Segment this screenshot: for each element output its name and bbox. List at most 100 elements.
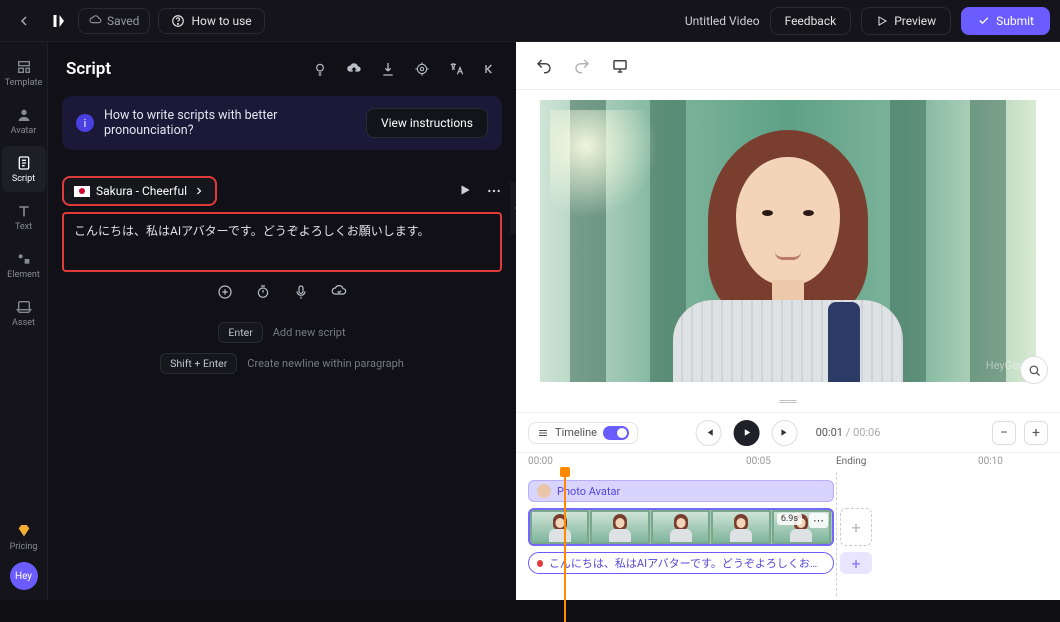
- clip-menu-button[interactable]: ⋯: [809, 513, 828, 528]
- back-button[interactable]: [10, 7, 38, 35]
- script-text-input[interactable]: こんにちは、私はAIアバターです。どうぞよろしくお願いします。: [62, 212, 502, 272]
- caption-clip[interactable]: こんにちは、私はAIアバターです。どうぞよろしくお願いします。: [528, 552, 834, 574]
- submit-label: Submit: [996, 14, 1034, 28]
- add-clip-button[interactable]: +: [840, 508, 872, 546]
- nav-rail: Template Avatar Script Text Element Asse…: [0, 42, 48, 600]
- check-icon: [977, 14, 990, 27]
- submit-button[interactable]: Submit: [961, 7, 1050, 35]
- text-icon: [15, 202, 33, 220]
- nav-label: Text: [15, 222, 32, 232]
- caption-text: こんにちは、私はAIアバターです。どうぞよろしくお願いします。: [549, 555, 825, 571]
- nav-element[interactable]: Element: [2, 242, 46, 288]
- video-clip[interactable]: 1 6.9s ⋯: [528, 508, 834, 546]
- translate-icon[interactable]: [448, 61, 464, 77]
- script-header-tools: [312, 61, 498, 77]
- user-initials: Hey: [15, 571, 32, 582]
- zoom-out-button[interactable]: −: [992, 421, 1016, 445]
- download-icon[interactable]: [380, 61, 396, 77]
- nav-label: Element: [7, 270, 40, 280]
- ruler-tick: 00:10: [978, 456, 1003, 467]
- ruler-ending-label: Ending: [836, 456, 866, 467]
- pace-button[interactable]: [255, 284, 271, 300]
- script-text-content: こんにちは、私はAIアバターです。どうぞよろしくお願いします。: [74, 222, 490, 240]
- zoom-fit-button[interactable]: [1020, 356, 1048, 384]
- more-options-button[interactable]: [486, 183, 502, 199]
- nav-text[interactable]: Text: [2, 194, 46, 240]
- pronunciation-hint-banner: i How to write scripts with better prono…: [62, 96, 502, 150]
- top-bar: Saved How to use Untitled Video Feedback…: [0, 0, 1060, 42]
- nav-label: Template: [5, 78, 42, 88]
- nav-template[interactable]: Template: [2, 50, 46, 96]
- kbd-enter: Enter: [218, 322, 262, 343]
- timeline-zoom-controls: − +: [992, 421, 1048, 445]
- collapse-in-icon[interactable]: [482, 61, 498, 77]
- view-instructions-button[interactable]: View instructions: [366, 108, 488, 138]
- hint-text: How to write scripts with better pronoun…: [104, 108, 356, 138]
- watermark: HeyGen: [986, 359, 1024, 372]
- timeline-tracks: Photo Avatar 1 6.9s ⋯ +: [516, 472, 1060, 596]
- cloud-sync-button[interactable]: [331, 284, 347, 300]
- ai-icon[interactable]: [414, 61, 430, 77]
- panel-resize-handle[interactable]: ══: [516, 390, 1060, 412]
- idea-icon[interactable]: [312, 61, 328, 77]
- nav-asset[interactable]: Asset: [2, 290, 46, 336]
- add-caption-button[interactable]: +: [840, 552, 872, 574]
- avatar-track-label: Photo Avatar: [557, 485, 620, 498]
- feedback-button[interactable]: Feedback: [770, 7, 852, 35]
- ending-marker: [836, 472, 837, 596]
- ruler-tick: 00:05: [746, 456, 771, 467]
- next-button[interactable]: [772, 420, 798, 446]
- saved-label: Saved: [107, 14, 139, 28]
- japan-flag-icon: [74, 186, 90, 197]
- device-preview-button[interactable]: [610, 56, 630, 76]
- zoom-in-button[interactable]: +: [1024, 421, 1048, 445]
- record-dot-icon: [537, 560, 543, 567]
- voice-selector[interactable]: Sakura - Cheerful: [62, 176, 217, 206]
- video-canvas[interactable]: HeyGen: [540, 100, 1036, 382]
- preview-label: Preview: [894, 14, 936, 28]
- timeline-mode-chip[interactable]: Timeline: [528, 422, 638, 444]
- info-icon: i: [76, 114, 94, 132]
- asset-icon: [15, 298, 33, 316]
- canvas-toolbar: [516, 42, 1060, 90]
- clip-duration-badge: 6.9s: [777, 513, 802, 525]
- nav-script[interactable]: Script: [2, 146, 46, 192]
- nav-pricing[interactable]: Pricing: [2, 514, 46, 560]
- kbd-shift-enter-desc: Create newline within paragraph: [247, 357, 404, 370]
- playback-controls: 00:01 / 00:06: [696, 420, 881, 446]
- timeline-controls: Timeline 00:01 / 00:06 − +: [516, 412, 1060, 452]
- play-outline-icon: [876, 15, 888, 27]
- timeline-toggle[interactable]: [603, 426, 629, 440]
- nav-avatar[interactable]: Avatar: [2, 98, 46, 144]
- play-button[interactable]: [734, 420, 760, 446]
- app-logo: [46, 9, 70, 33]
- project-title[interactable]: Untitled Video: [685, 14, 760, 28]
- play-script-button[interactable]: [458, 183, 472, 199]
- user-avatar-button[interactable]: Hey: [10, 562, 38, 590]
- avatar-track-header[interactable]: Photo Avatar: [528, 480, 834, 502]
- time-display: 00:01 / 00:06: [816, 426, 881, 439]
- microphone-button[interactable]: [293, 284, 309, 300]
- cloud-upload-icon[interactable]: [346, 61, 362, 77]
- avatar-preview-image: HeyGen: [540, 100, 1036, 382]
- help-icon: [171, 14, 185, 28]
- how-to-use-button[interactable]: How to use: [158, 8, 264, 34]
- element-icon: [15, 250, 33, 268]
- preview-and-timeline: HeyGen ══ Timeline 00:01 / 00:06 − +: [516, 42, 1060, 600]
- nav-label: Script: [12, 174, 35, 184]
- saved-indicator[interactable]: Saved: [78, 8, 150, 34]
- main-area: Template Avatar Script Text Element Asse…: [0, 42, 1060, 600]
- kbd-hint-row: Enter Add new script: [218, 322, 345, 343]
- kbd-enter-desc: Add new script: [273, 326, 346, 339]
- kbd-hint-row: Shift + Enter Create newline within para…: [160, 353, 404, 374]
- prev-button[interactable]: [696, 420, 722, 446]
- preview-button[interactable]: Preview: [861, 7, 951, 35]
- timeline-ruler[interactable]: 00:00 00:05 Ending 00:10: [516, 452, 1060, 472]
- voice-selector-row: Sakura - Cheerful: [62, 176, 502, 206]
- nav-label: Pricing: [10, 542, 38, 552]
- add-block-button[interactable]: [217, 284, 233, 300]
- redo-button[interactable]: [572, 56, 592, 76]
- topbar-right: Untitled Video Feedback Preview Submit: [685, 7, 1050, 35]
- undo-button[interactable]: [534, 56, 554, 76]
- avatar-icon: [15, 106, 33, 124]
